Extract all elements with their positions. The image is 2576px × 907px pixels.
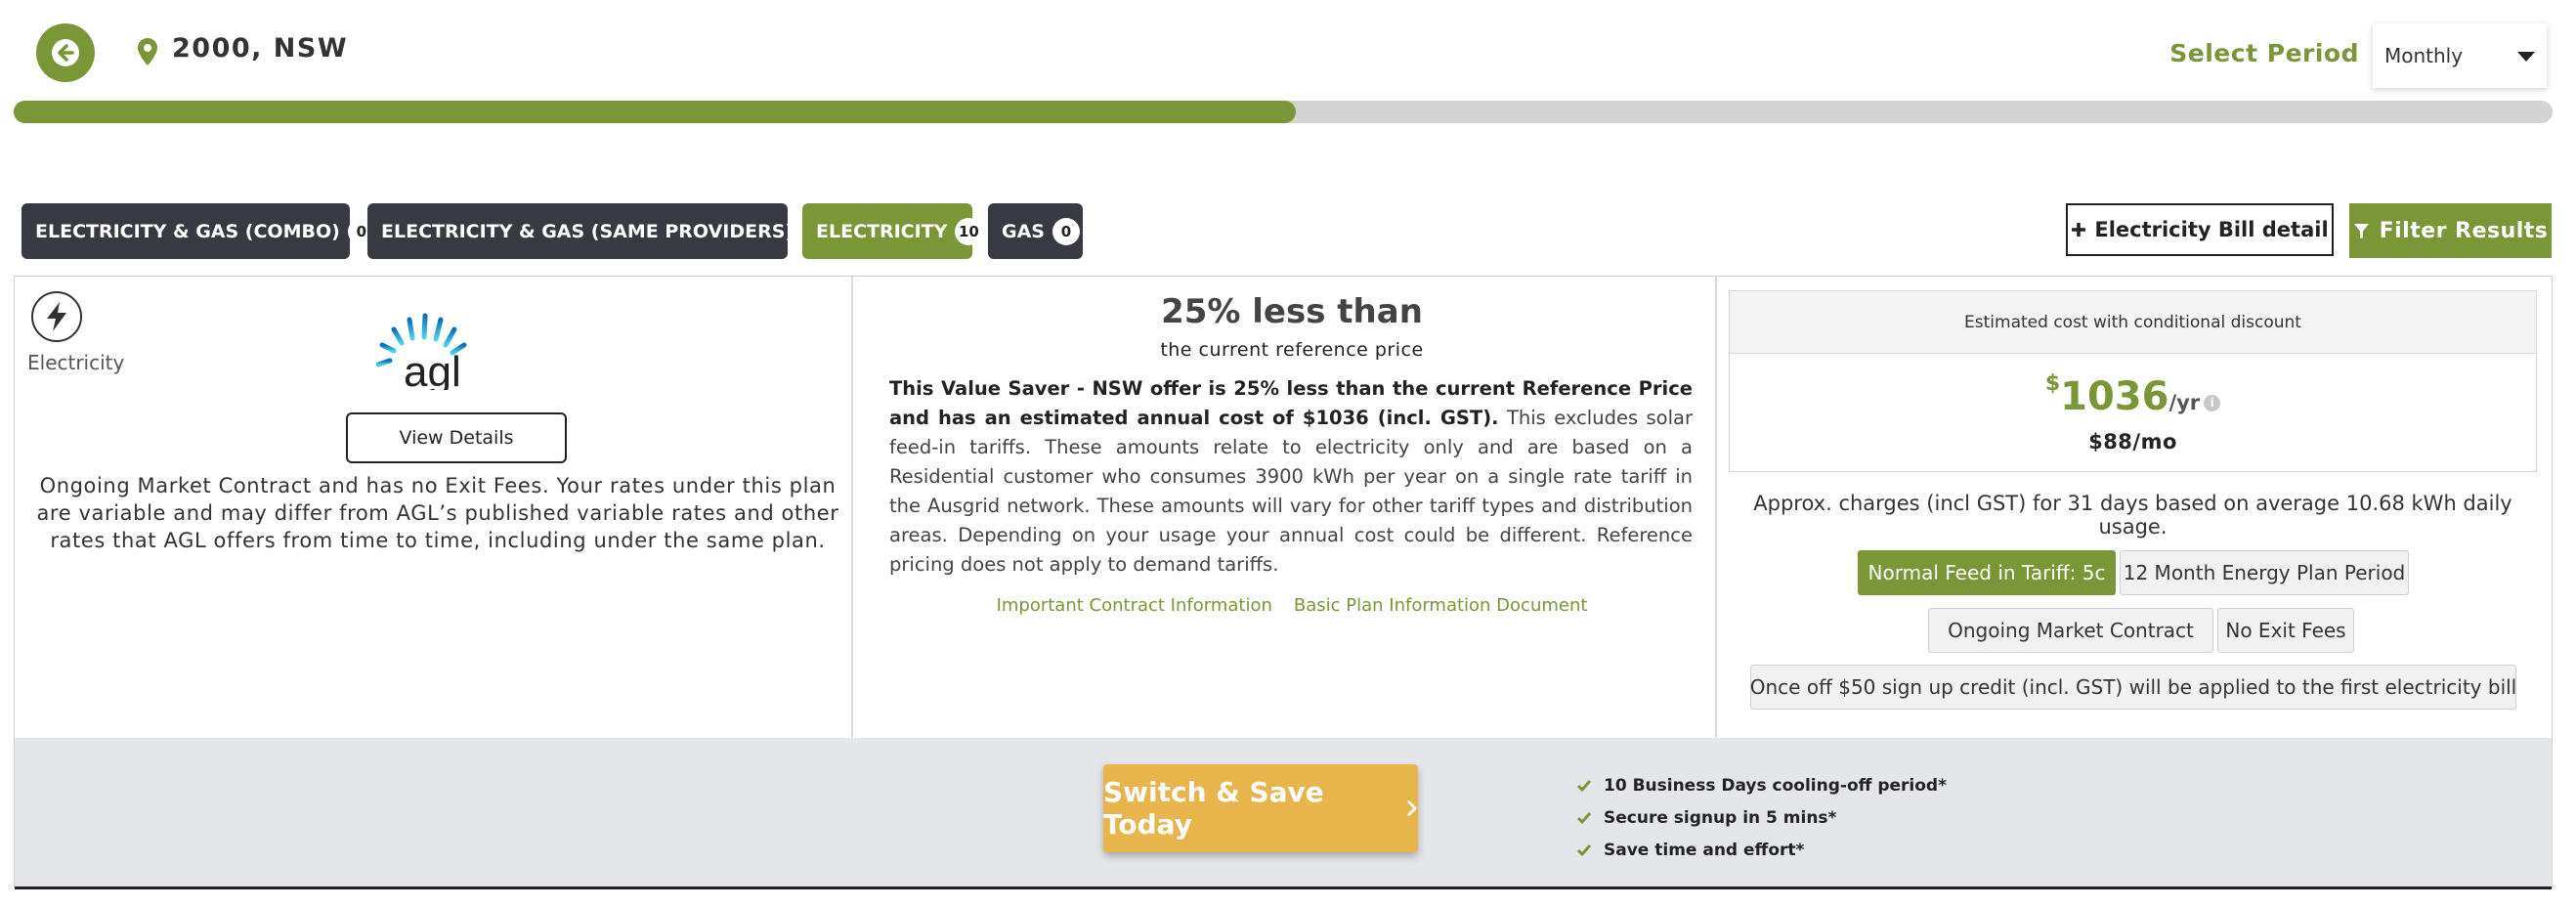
- check-icon: [1576, 843, 1592, 856]
- estimated-cost-box: Estimated cost with conditional discount…: [1729, 290, 2537, 472]
- tab-count-badge: 0: [1052, 217, 1080, 245]
- map-pin-icon: [138, 38, 157, 65]
- plan-card-footer: Switch & Save Today 10 Business Days coo…: [15, 738, 2552, 889]
- savings-headline: 25% less than: [1161, 292, 1423, 331]
- agl-logo: agl: [376, 313, 467, 390]
- tab-label: ELECTRICITY: [816, 220, 948, 242]
- feature-tag-signup-credit: Once off $50 sign up credit (incl. GST) …: [1750, 665, 2516, 710]
- arrow-left-icon: [52, 39, 79, 66]
- switch-and-save-button[interactable]: Switch & Save Today: [1103, 764, 1418, 852]
- feature-tag-market-contract: Ongoing Market Contract: [1928, 608, 2213, 653]
- offer-description: This Value Saver - NSW offer is 25% less…: [889, 374, 1693, 580]
- cost-currency: $: [2044, 371, 2061, 396]
- filter-results-button[interactable]: Filter Results: [2349, 203, 2552, 258]
- location-text: 2000, NSW: [172, 33, 349, 64]
- plus-icon: [2072, 223, 2086, 237]
- tab-electricity-gas-same-providers[interactable]: ELECTRICITY & GAS (SAME PROVIDERS) 0: [367, 203, 830, 259]
- tab-label: GAS: [1002, 220, 1045, 242]
- tab-label: ELECTRICITY & GAS (SAME PROVIDERS): [381, 220, 794, 242]
- perk-label: 10 Business Days cooling-off period*: [1604, 775, 1947, 796]
- basic-plan-information-link[interactable]: Basic Plan Information Document: [1294, 595, 1588, 616]
- list-item: Save time and effort*: [1576, 834, 1947, 866]
- tab-electricity[interactable]: ELECTRICITY 10: [802, 203, 983, 259]
- back-button[interactable]: [36, 23, 95, 82]
- chevron-down-icon: [2517, 52, 2535, 62]
- perk-label: Secure signup in 5 mins*: [1604, 807, 1837, 828]
- tab-electricity-gas-combo[interactable]: ELECTRICITY & GAS (COMBO) 0: [21, 203, 375, 259]
- chevron-right-icon: [1407, 800, 1418, 816]
- important-contract-information-link[interactable]: Important Contract Information: [997, 595, 1272, 616]
- filter-icon: [2353, 223, 2369, 238]
- annual-cost: $1036/yr i: [1730, 371, 2536, 419]
- tab-count-badge: 10: [955, 217, 983, 245]
- plan-document-links: Important Contract Information Basic Pla…: [853, 595, 1731, 616]
- tab-gas[interactable]: GAS 0: [988, 203, 1083, 259]
- savings-subheadline: the current reference price: [1160, 339, 1424, 361]
- period-dropdown-value: Monthly: [2384, 44, 2464, 67]
- view-details-button[interactable]: View Details: [346, 412, 567, 463]
- progress-fill: [14, 101, 1296, 123]
- feature-tag-exit-fees: No Exit Fees: [2217, 608, 2354, 653]
- period-dropdown[interactable]: Monthly: [2373, 23, 2547, 88]
- feature-tag-plan-period: 12 Month Energy Plan Period: [2120, 550, 2409, 595]
- cost-period: /yr: [2168, 391, 2201, 414]
- progress-bar: [14, 101, 2553, 123]
- feature-tag-feed-in-tariff: Normal Feed in Tariff: 5c: [1858, 550, 2116, 595]
- filter-results-label: Filter Results: [2379, 218, 2549, 243]
- approx-charges-text: Approx. charges (incl GST) for 31 days b…: [1753, 492, 2512, 539]
- offer-description-text: This excludes solar feed-in tariffs. The…: [889, 407, 1693, 576]
- electricity-bill-detail-button[interactable]: Electricity Bill detail: [2066, 203, 2334, 256]
- list-item: Secure signup in 5 mins*: [1576, 801, 1947, 834]
- signup-perks-list: 10 Business Days cooling-off period* Sec…: [1576, 769, 1947, 866]
- plan-card: Electricity agl View Details Ongoing Mar…: [14, 276, 2553, 889]
- info-icon[interactable]: i: [2204, 395, 2221, 411]
- bill-detail-label: Electricity Bill detail: [2094, 218, 2329, 241]
- check-icon: [1576, 779, 1592, 792]
- plan-contract-description: Ongoing Market Contract and has no Exit …: [36, 474, 839, 552]
- list-item: 10 Business Days cooling-off period*: [1576, 769, 1947, 801]
- lightning-bolt-icon: [31, 291, 82, 342]
- check-icon: [1576, 811, 1592, 824]
- perk-label: Save time and effort*: [1604, 840, 1805, 860]
- tab-label: ELECTRICITY & GAS (COMBO): [35, 220, 340, 242]
- monthly-cost: $88/mo: [2088, 430, 2177, 454]
- select-period-label: Select Period: [2169, 39, 2359, 67]
- plan-type-label: Electricity: [27, 351, 125, 374]
- cost-amount: 1036: [2060, 374, 2169, 419]
- agl-logo-text: agl: [404, 348, 461, 390]
- switch-and-save-label: Switch & Save Today: [1103, 776, 1324, 841]
- estimated-cost-header: Estimated cost with conditional discount: [1730, 291, 2536, 354]
